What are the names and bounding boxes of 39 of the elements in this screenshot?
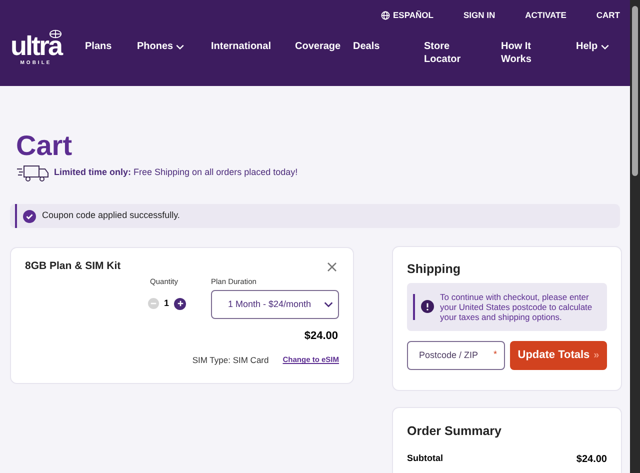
nav-link[interactable]: Help	[576, 40, 610, 53]
page-title: Cart	[16, 130, 74, 162]
summary-label: Subtotal	[407, 452, 443, 465]
notice-text: To continue with checkout, please enter your United States postcode to calculate your taxes and shipping options.	[440, 292, 594, 322]
utility-link[interactable]: ACTIVATE	[525, 8, 566, 22]
utility-link[interactable]: SIGN IN	[463, 8, 496, 22]
nav-link[interactable]: Coverage	[295, 40, 341, 53]
nav-link[interactable]: How It Works	[501, 40, 543, 66]
plus-icon	[176, 300, 184, 308]
quantity-value: 1	[164, 297, 169, 310]
chevron-down-icon	[323, 299, 334, 310]
globe-icon	[381, 10, 390, 20]
exclamation-icon	[420, 300, 434, 314]
summary-value: $24.00	[576, 452, 607, 467]
required-mark: *	[493, 348, 497, 359]
sim-type-text: SIM Type: SIM Card	[192, 354, 269, 366]
language-link[interactable]: ESPAÑOL	[381, 8, 434, 22]
remove-item-button[interactable]	[327, 260, 339, 273]
nav-link[interactable]: International	[211, 40, 272, 53]
chevron-down-icon	[600, 42, 610, 52]
delivery-truck-icon	[16, 163, 50, 183]
nav-link[interactable]: Plans	[85, 40, 112, 53]
scrollbar[interactable]	[630, 0, 640, 473]
nav-link[interactable]: Deals	[353, 40, 380, 53]
item-price: $24.00	[304, 329, 338, 344]
close-icon	[327, 262, 337, 272]
promo-text: Limited time only: Free Shipping on all orders placed today!	[54, 166, 298, 180]
check-circle-icon	[23, 210, 36, 222]
alert-text: Coupon code applied successfully.	[42, 209, 180, 222]
nav-link[interactable]: Store Locator	[424, 40, 470, 66]
chevron-down-icon	[175, 42, 186, 52]
increase-button[interactable]	[174, 298, 186, 310]
update-totals-button[interactable]: Update Totals »	[510, 340, 607, 370]
utility-link[interactable]: CART	[596, 8, 620, 22]
shipping-title: Shipping	[407, 261, 462, 278]
item-name: 8GB Plan & SIM Kit	[25, 259, 121, 274]
plan-duration-select[interactable]: 1 Month - $24/month	[211, 290, 339, 319]
nav-link[interactable]: Phones	[137, 40, 186, 53]
order-summary-title: Order Summary	[407, 423, 502, 440]
